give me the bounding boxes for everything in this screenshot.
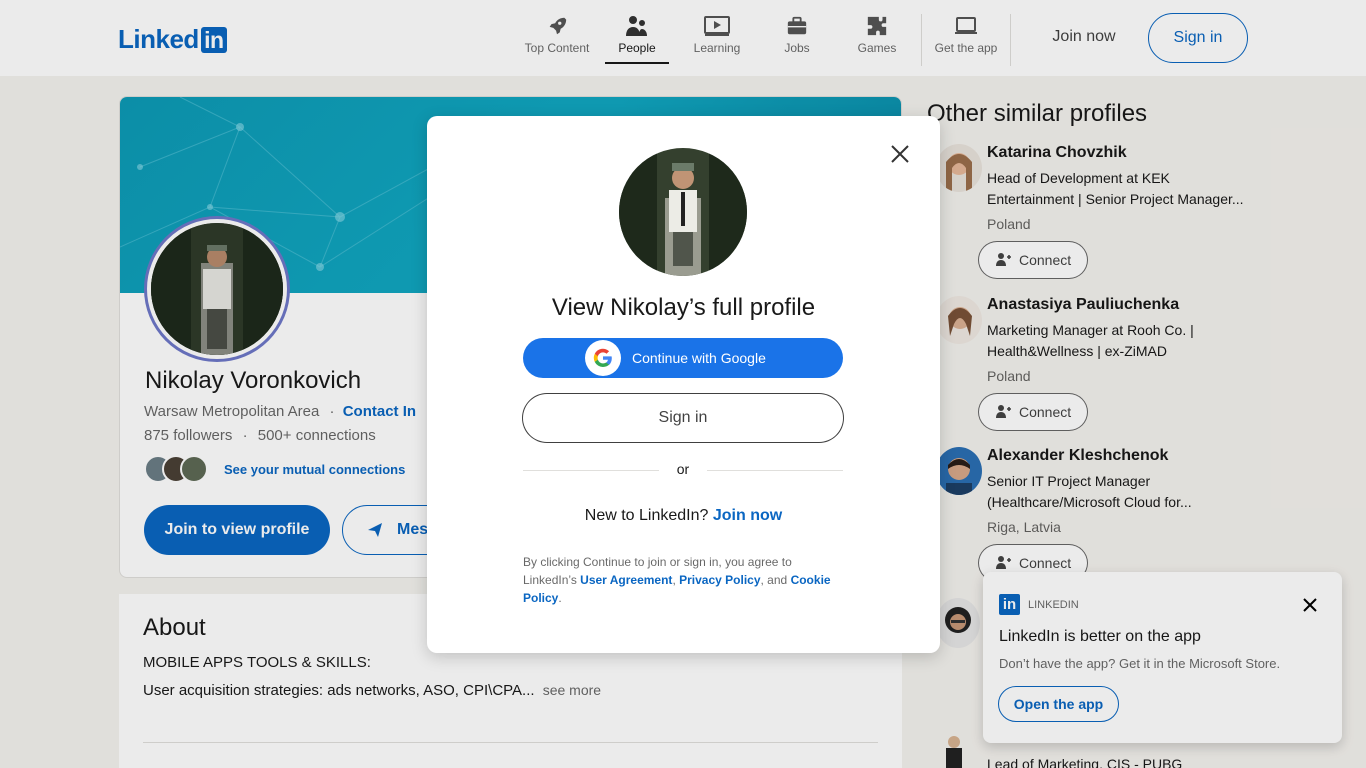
sign-in-modal: View Nikolay’s full profile Continue wit… <box>427 116 940 653</box>
or-label: or <box>676 461 690 477</box>
legal-text: By clicking Continue to join or sign in,… <box>523 553 833 607</box>
legal-and: , and <box>760 573 788 587</box>
close-icon[interactable] <box>887 141 913 167</box>
modal-title: View Nikolay’s full profile <box>551 294 816 321</box>
legal-period: . <box>558 591 562 605</box>
modal-join-now-link[interactable]: Join now <box>713 507 782 524</box>
legal-comma: , <box>672 573 676 587</box>
google-icon <box>585 340 621 376</box>
continue-with-google-button[interactable]: Continue with Google <box>523 338 843 378</box>
divider-line <box>707 470 843 471</box>
modal-sign-in-button[interactable]: Sign in <box>522 393 844 443</box>
google-button-label: Continue with Google <box>632 350 766 366</box>
new-to-text: New to LinkedIn? <box>584 507 709 524</box>
user-agreement-link[interactable]: User Agreement <box>580 573 672 587</box>
profile-photo <box>619 148 747 276</box>
new-to-linkedin: New to LinkedIn? Join now <box>427 507 940 525</box>
privacy-policy-link[interactable]: Privacy Policy <box>679 573 760 587</box>
or-divider: or <box>523 461 843 481</box>
